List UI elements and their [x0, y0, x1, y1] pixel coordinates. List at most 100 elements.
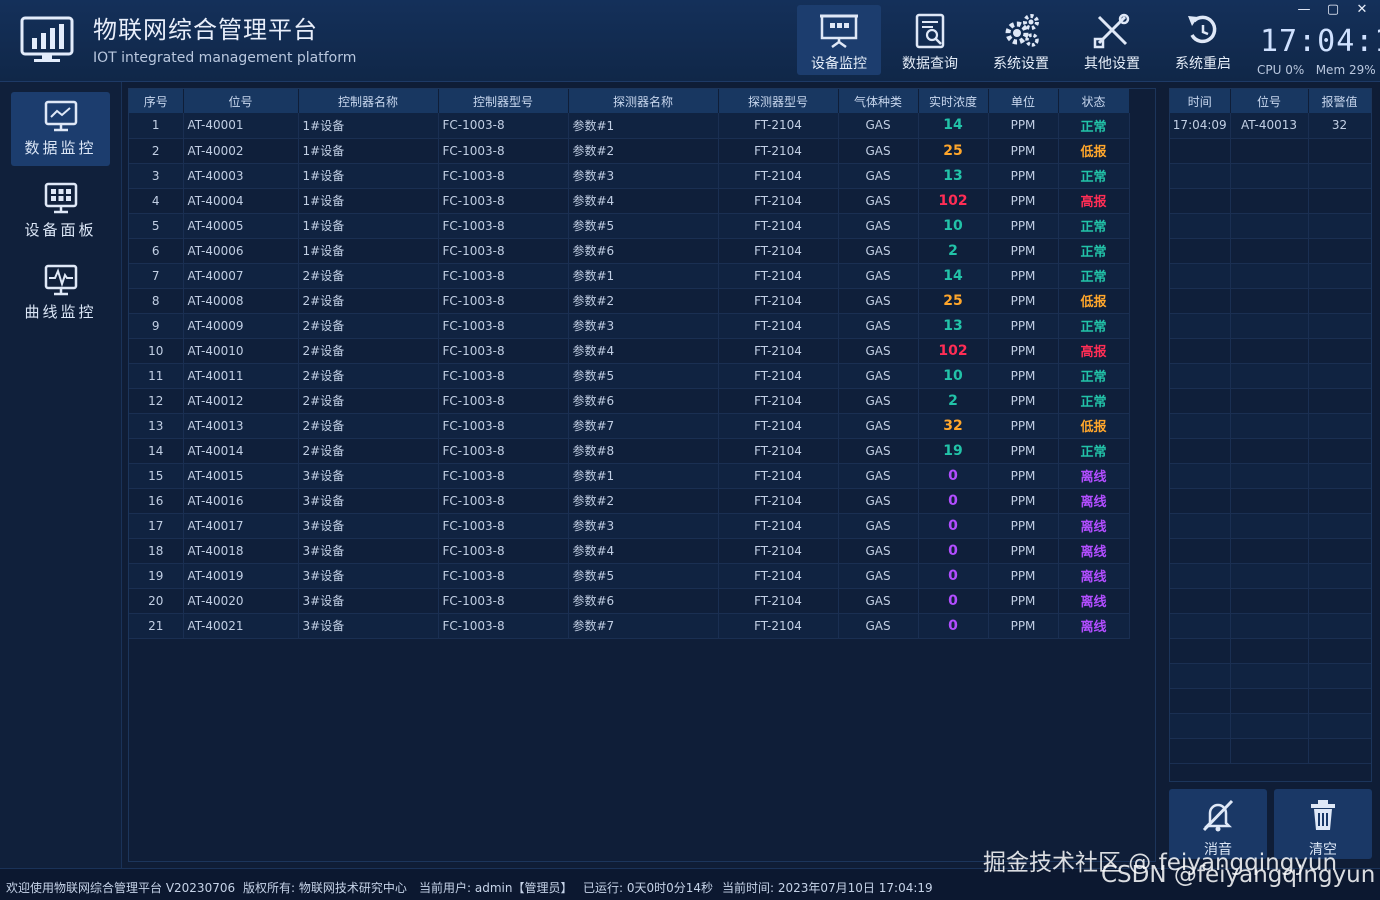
- nav-other-settings-button[interactable]: 其他设置: [1070, 5, 1154, 75]
- table-row[interactable]: 10 AT-40010 2#设备 FC-1003-8 参数#4 FT-2104 GAS 102…: [129, 338, 1130, 364]
- controller-model-cell: FC-1003-8: [438, 288, 569, 314]
- empty-cell: [1170, 213, 1231, 239]
- table-row[interactable]: 7 AT-40007 2#设备 FC-1003-8 参数#1 FT-2104 GAS 14 PP…: [129, 263, 1130, 289]
- controller-model-cell: FC-1003-8: [438, 588, 569, 614]
- controller-model-cell: FC-1003-8: [438, 213, 569, 239]
- nav-system-restart-button[interactable]: 系统重启: [1161, 5, 1245, 75]
- unit-cell: PPM: [988, 338, 1059, 364]
- detector-model-cell: FT-2104: [718, 588, 839, 614]
- title-bar: 物联网综合管理平台 IOT integrated management plat…: [0, 0, 1380, 82]
- nav-label: 系统重启: [1175, 56, 1231, 72]
- table-row[interactable]: 2 AT-40002 1#设备 FC-1003-8 参数#2 FT-2104 GAS 25 PP…: [129, 138, 1130, 164]
- sidebar-item-device-panel[interactable]: 设备面板: [11, 174, 110, 248]
- sidebar-item-curve-monitor[interactable]: 曲线监控: [11, 256, 110, 330]
- table-row[interactable]: 20 AT-40020 3#设备 FC-1003-8 参数#6 FT-2104 GAS 0 PP…: [129, 588, 1130, 614]
- status-cell: 正常: [1058, 238, 1130, 264]
- concentration-cell: 13: [918, 313, 989, 339]
- column-header[interactable]: 实时浓度: [918, 89, 989, 113]
- column-header[interactable]: 序号: [129, 89, 184, 113]
- table-row[interactable]: 9 AT-40009 2#设备 FC-1003-8 参数#3 FT-2104 GAS 13 PP…: [129, 313, 1130, 339]
- nav-data-query-button[interactable]: 数据查询: [888, 5, 972, 75]
- system-usage: CPU 0% Mem 29%: [1257, 63, 1376, 77]
- column-header[interactable]: 控制器名称: [298, 89, 439, 113]
- gas-type-cell: GAS: [838, 288, 919, 314]
- table-row[interactable]: 1 AT-40001 1#设备 FC-1003-8 参数#1 FT-2104 GAS 14 PP…: [129, 113, 1130, 139]
- column-header[interactable]: 单位: [988, 89, 1059, 113]
- curve-monitor-icon: [44, 264, 77, 296]
- column-header[interactable]: 位号: [1230, 89, 1309, 113]
- table-row[interactable]: 21 AT-40021 3#设备 FC-1003-8 参数#7 FT-2104 GAS 0 PP…: [129, 613, 1130, 639]
- alarm-empty-row: [1170, 463, 1371, 489]
- unit-cell: PPM: [988, 138, 1059, 164]
- nav-system-settings-button[interactable]: 系统设置: [979, 5, 1063, 75]
- concentration-cell: 0: [918, 463, 989, 489]
- table-row[interactable]: 6 AT-40006 1#设备 FC-1003-8 参数#6 FT-2104 GAS 2 PPM…: [129, 238, 1130, 264]
- empty-cell: [1230, 663, 1309, 689]
- gas-type-cell: GAS: [838, 338, 919, 364]
- empty-cell: [1170, 388, 1231, 414]
- detector-model-cell: FT-2104: [718, 263, 839, 289]
- column-header[interactable]: 报警值: [1308, 89, 1371, 113]
- status-copyright: 版权所有: 物联网技术研究中心: [243, 881, 407, 895]
- empty-cell: [1230, 163, 1309, 189]
- table-row[interactable]: 3 AT-40003 1#设备 FC-1003-8 参数#3 FT-2104 GAS 13 PP…: [129, 163, 1130, 189]
- concentration-cell: 0: [918, 563, 989, 589]
- table-row[interactable]: 12 AT-40012 2#设备 FC-1003-8 参数#6 FT-2104 GAS 2 PP…: [129, 388, 1130, 414]
- table-row[interactable]: 13 AT-40013 2#设备 FC-1003-8 参数#7 FT-2104 GAS 32 P…: [129, 413, 1130, 439]
- status-cell: 低报: [1058, 138, 1130, 164]
- empty-cell: [1230, 338, 1309, 364]
- table-row[interactable]: 15 AT-40015 3#设备 FC-1003-8 参数#1 FT-2104 GAS 0 PP…: [129, 463, 1130, 489]
- controller-name-cell: 2#设备: [298, 363, 439, 389]
- row-index: 9: [129, 313, 184, 339]
- unit-cell: PPM: [988, 188, 1059, 214]
- table-row[interactable]: 4 AT-40004 1#设备 FC-1003-8 参数#4 FT-2104 GAS 102 P…: [129, 188, 1130, 214]
- table-row[interactable]: 8 AT-40008 2#设备 FC-1003-8 参数#2 FT-2104 GAS 25 PP…: [129, 288, 1130, 314]
- column-header[interactable]: 时间: [1170, 89, 1231, 113]
- concentration-cell: 14: [918, 113, 989, 139]
- column-header[interactable]: 位号: [183, 89, 299, 113]
- empty-cell: [1308, 713, 1371, 739]
- empty-cell: [1308, 363, 1371, 389]
- column-header[interactable]: 气体种类: [838, 89, 919, 113]
- nav-label: 其他设置: [1084, 56, 1140, 72]
- table-row[interactable]: 17 AT-40017 3#设备 FC-1003-8 参数#3 FT-2104 GAS 0 PP…: [129, 513, 1130, 539]
- tools-icon: [1093, 13, 1130, 49]
- empty-cell: [1170, 288, 1231, 314]
- alarm-row[interactable]: 17:04:09 AT-40013 32: [1170, 113, 1371, 139]
- app-subtitle: IOT integrated management platform: [93, 50, 357, 66]
- status-cell: 低报: [1058, 288, 1130, 314]
- empty-cell: [1230, 138, 1309, 164]
- alarm-empty-row: [1170, 688, 1371, 714]
- minimize-button[interactable]: —: [1294, 2, 1314, 17]
- detector-name-cell: 参数#1: [568, 263, 719, 289]
- concentration-cell: 25: [918, 138, 989, 164]
- table-row[interactable]: 16 AT-40016 3#设备 FC-1003-8 参数#2 FT-2104 GAS 0 PP…: [129, 488, 1130, 514]
- column-header[interactable]: 探测器名称: [568, 89, 719, 113]
- empty-cell: [1308, 538, 1371, 564]
- gas-type-cell: GAS: [838, 213, 919, 239]
- column-header[interactable]: 状态: [1058, 89, 1130, 113]
- detector-model-cell: FT-2104: [718, 388, 839, 414]
- table-row[interactable]: 5 AT-40005 1#设备 FC-1003-8 参数#5 FT-2104 GAS 10 PP…: [129, 213, 1130, 239]
- close-button[interactable]: ✕: [1352, 2, 1372, 17]
- table-row[interactable]: 14 AT-40014 2#设备 FC-1003-8 参数#8 FT-2104 GAS 19 P…: [129, 438, 1130, 464]
- tag-cell: AT-40013: [183, 413, 299, 439]
- nav-device-monitor-button[interactable]: 设备监控: [797, 5, 881, 75]
- empty-cell: [1308, 638, 1371, 664]
- clock-display: 17:04:19: [1260, 24, 1380, 59]
- empty-cell: [1308, 238, 1371, 264]
- maximize-button[interactable]: ▢: [1323, 2, 1343, 17]
- table-row[interactable]: 18 AT-40018 3#设备 FC-1003-8 参数#4 FT-2104 GAS 0 PP…: [129, 538, 1130, 564]
- gas-type-cell: GAS: [838, 513, 919, 539]
- detector-name-cell: 参数#2: [568, 288, 719, 314]
- gas-type-cell: GAS: [838, 238, 919, 264]
- empty-cell: [1170, 663, 1231, 689]
- table-row[interactable]: 11 AT-40011 2#设备 FC-1003-8 参数#5 FT-2104 GAS 10 P…: [129, 363, 1130, 389]
- column-header[interactable]: 探测器型号: [718, 89, 839, 113]
- sidebar-item-data-monitor[interactable]: 数据监控: [11, 92, 110, 166]
- empty-cell: [1170, 438, 1231, 464]
- alarm-empty-row: [1170, 388, 1371, 414]
- empty-cell: [1230, 513, 1309, 539]
- column-header[interactable]: 控制器型号: [438, 89, 569, 113]
- table-row[interactable]: 19 AT-40019 3#设备 FC-1003-8 参数#5 FT-2104 GAS 0 PP…: [129, 563, 1130, 589]
